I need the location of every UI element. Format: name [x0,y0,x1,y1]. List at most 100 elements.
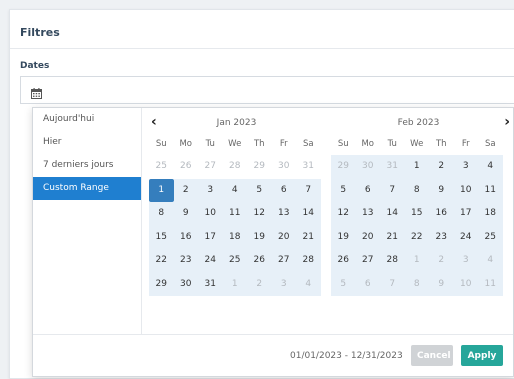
weekday-label: Sa [484,139,496,149]
calendar-day[interactable]: 27 [271,249,296,273]
calendar-day[interactable]: 23 [173,249,198,273]
calendar-day[interactable]: 10 [198,202,223,226]
range-item-today[interactable]: Aujourd'hui [33,108,141,131]
calendar-day[interactable]: 15 [149,225,174,249]
calendar-day[interactable]: 13 [355,202,380,226]
dates-input[interactable] [20,76,514,104]
calendar-day[interactable]: 13 [271,202,296,226]
calendar-day[interactable]: 30 [355,155,380,179]
calendar-day[interactable]: 31 [296,155,321,179]
calendar-day[interactable]: 24 [453,225,478,249]
calendar-day[interactable]: 27 [198,155,223,179]
calendar-day[interactable]: 15 [404,202,429,226]
calendar-day[interactable]: 30 [173,272,198,296]
calendar-day[interactable]: 28 [380,249,405,273]
week-row: 19 20 21 22 23 24 25 [331,225,506,249]
calendar-day[interactable]: 2 [429,249,454,273]
range-item-last-7-days[interactable]: 7 derniers jours [33,154,141,177]
calendar-day[interactable]: 23 [429,225,454,249]
calendar-day[interactable]: 2 [173,178,198,202]
week-row: 22 23 24 25 26 27 28 [149,249,324,273]
calendar-day[interactable]: 10 [453,178,478,202]
calendar-day[interactable]: 29 [149,272,174,296]
calendar-day[interactable]: 26 [174,155,199,179]
calendar-day[interactable]: 14 [380,202,405,226]
calendar-day[interactable]: 3 [453,249,478,273]
range-item-custom[interactable]: Custom Range [33,177,141,200]
calendar-day[interactable]: 24 [198,249,223,273]
calendar-day[interactable]: 28 [296,249,321,273]
calendar-day[interactable]: 29 [331,155,356,179]
cancel-button[interactable]: Cancel [411,345,453,366]
calendar-day[interactable]: 8 [404,272,429,296]
calendar-day[interactable]: 11 [222,202,247,226]
calendar-day[interactable]: 3 [453,155,478,179]
calendar-day[interactable]: 29 [247,155,272,179]
calendar-day[interactable]: 3 [198,178,223,202]
calendar-day[interactable]: 5 [331,178,356,202]
calendar-day[interactable]: 21 [296,225,321,249]
calendar-day[interactable]: 9 [429,178,454,202]
calendar-day[interactable]: 3 [271,272,296,296]
calendar-day[interactable]: 27 [355,249,380,273]
calendar-day[interactable]: 25 [149,155,174,179]
calendar-day[interactable]: 1 [404,155,429,179]
calendar-day[interactable]: 7 [380,272,405,296]
calendar-day[interactable]: 4 [222,178,247,202]
calendar-day[interactable]: 31 [380,155,405,179]
calendar-day[interactable]: 26 [331,249,356,273]
calendar-day[interactable]: 17 [198,225,223,249]
calendar-day[interactable]: 14 [296,202,321,226]
calendar-day[interactable]: 11 [478,272,503,296]
calendar-day[interactable]: 4 [296,272,321,296]
calendar-day[interactable]: 16 [429,202,454,226]
weekday-row: Su Mo Tu We Th Fr Sa [331,134,506,155]
calendar-day[interactable]: 20 [355,225,380,249]
calendar-day[interactable]: 31 [198,272,223,296]
weekday-label: Fr [461,139,470,149]
calendar-day[interactable]: 26 [247,249,272,273]
calendar-day[interactable]: 20 [271,225,296,249]
calendar-day[interactable]: 8 [149,202,174,226]
next-month-icon[interactable]: › [504,114,510,130]
calendar-day[interactable]: 1 [404,249,429,273]
calendar-day[interactable]: 11 [478,178,503,202]
calendar-day[interactable]: 2 [247,272,272,296]
calendar-day[interactable]: 2 [429,155,454,179]
calendar-day[interactable]: 18 [478,202,503,226]
calendar-day[interactable]: 17 [453,202,478,226]
calendar-day[interactable]: 12 [331,202,356,226]
calendar-day[interactable]: 19 [247,225,272,249]
calendar-day[interactable]: 10 [453,272,478,296]
calendar-day[interactable]: 9 [173,202,198,226]
calendar-day[interactable]: 25 [478,225,503,249]
calendar-day[interactable]: 22 [404,225,429,249]
calendar-day[interactable]: 16 [173,225,198,249]
range-item-yesterday[interactable]: Hier [33,131,141,154]
calendar-day[interactable]: 4 [478,155,503,179]
week-row: 12 13 14 15 16 17 18 [331,202,506,226]
calendar-day[interactable]: 21 [380,225,405,249]
calendar-day[interactable]: 9 [429,272,454,296]
apply-button[interactable]: Apply [461,345,503,366]
calendar-day[interactable]: 28 [223,155,248,179]
week-row: 29 30 31 1 2 3 4 [331,155,506,179]
calendar-day[interactable]: 25 [222,249,247,273]
week-row: 29 30 31 1 2 3 4 [149,272,324,296]
calendar-day[interactable]: 6 [271,178,296,202]
calendar-day[interactable]: 1 [149,178,174,202]
calendar-day[interactable]: 6 [355,178,380,202]
calendar-day[interactable]: 18 [222,225,247,249]
calendar-day[interactable]: 19 [331,225,356,249]
calendar-day[interactable]: 30 [272,155,297,179]
calendar-day[interactable]: 22 [149,249,174,273]
calendar-day[interactable]: 5 [247,178,272,202]
calendar-day[interactable]: 1 [222,272,247,296]
calendar-day[interactable]: 6 [355,272,380,296]
calendar-day[interactable]: 7 [296,178,321,202]
calendar-day[interactable]: 12 [247,202,272,226]
calendar-day[interactable]: 8 [404,178,429,202]
calendar-day[interactable]: 7 [380,178,405,202]
calendar-day[interactable]: 5 [331,272,356,296]
calendar-day[interactable]: 4 [478,249,503,273]
